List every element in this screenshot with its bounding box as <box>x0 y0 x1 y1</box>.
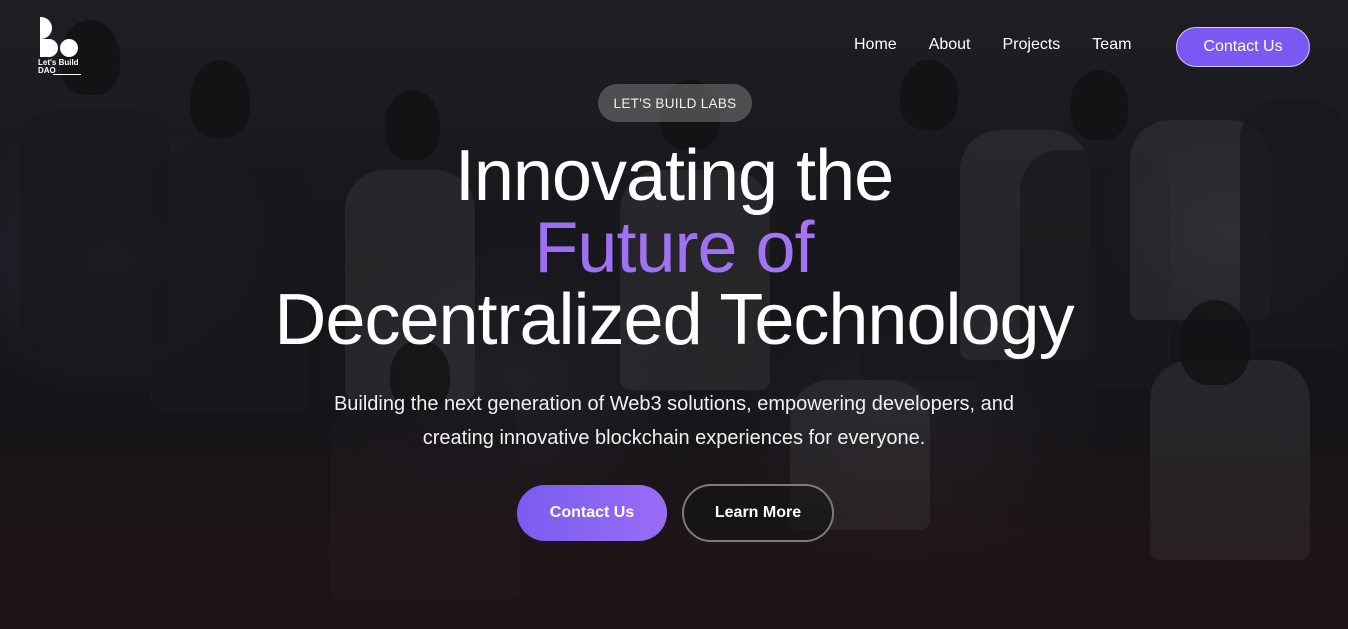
nav-team-link[interactable]: Team <box>1092 36 1131 54</box>
hero-subtitle: Building the next generation of Web3 sol… <box>0 387 1348 455</box>
lets-build-dao-logo[interactable]: Let's Build DAO <box>38 17 82 77</box>
headline-line2-accent: Future of <box>0 212 1348 284</box>
headline-line1: Innovating the <box>454 136 894 216</box>
hero-badge: LET'S BUILD LABS <box>598 84 752 122</box>
headline-line3: Decentralized Technology <box>274 280 1074 360</box>
hero-learn-more-button[interactable]: Learn More <box>682 484 834 542</box>
hero-contact-button[interactable]: Contact Us <box>517 485 667 541</box>
logo-underline <box>53 74 81 75</box>
subtitle-line2: creating innovative blockchain experienc… <box>422 427 926 449</box>
subtitle-line1: Building the next generation of Web3 sol… <box>333 393 1015 415</box>
logo-mark-lower-left <box>40 39 58 57</box>
nav-about-link[interactable]: About <box>929 36 971 54</box>
logo-mark-lower-right <box>60 39 78 57</box>
logo-mark <box>40 17 52 39</box>
nav-projects-link[interactable]: Projects <box>1003 36 1061 54</box>
main-nav: Home About Projects Team <box>854 36 1163 54</box>
logo-text: Let's Build DAO <box>38 59 79 75</box>
hero-headline: Innovating the Future of Decentralized T… <box>0 140 1348 356</box>
nav-home-link[interactable]: Home <box>854 36 897 54</box>
nav-contact-button[interactable]: Contact Us <box>1176 27 1310 67</box>
